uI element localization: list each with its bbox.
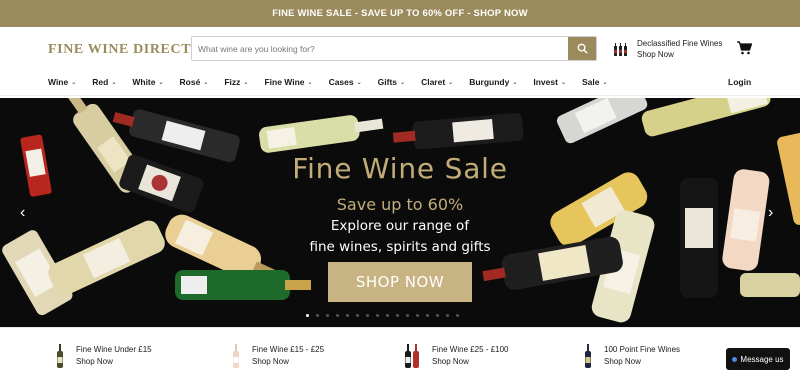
category-title: 100 Point Fine Wines bbox=[604, 345, 681, 354]
category-shop-now[interactable]: Shop Now bbox=[252, 356, 324, 368]
category-title: Fine Wine Under £15 bbox=[76, 345, 152, 354]
nav-item-fizz[interactable]: Fizz ⌄ bbox=[224, 77, 248, 87]
nav-label: Cases bbox=[328, 77, 354, 87]
category-strip: Fine Wine Under £15 Shop Now Fine Wine £1… bbox=[0, 327, 800, 377]
nav-item-claret[interactable]: Claret ⌄ bbox=[421, 77, 453, 87]
chevron-down-icon: ⌄ bbox=[203, 79, 209, 86]
carousel-dot[interactable] bbox=[356, 314, 359, 317]
wine-bottle-icon bbox=[57, 344, 63, 368]
search-bar bbox=[191, 36, 597, 61]
nav-label: White bbox=[132, 77, 156, 87]
site-logo[interactable]: FINE WINE DIRECT bbox=[48, 42, 191, 58]
carousel-dot[interactable] bbox=[376, 314, 379, 317]
nav-label: Rosé bbox=[179, 77, 201, 87]
carousel-dot[interactable] bbox=[416, 314, 419, 317]
category-title: Fine Wine £25 - £100 bbox=[432, 345, 509, 354]
wine-bottle-icon bbox=[233, 344, 239, 368]
category-shop-now[interactable]: Shop Now bbox=[76, 356, 152, 368]
nav-label: Claret bbox=[421, 77, 446, 87]
carousel-dot[interactable] bbox=[426, 314, 429, 317]
search-input[interactable] bbox=[192, 37, 568, 60]
carousel-dot[interactable] bbox=[396, 314, 399, 317]
chevron-down-icon: ⌄ bbox=[307, 79, 313, 86]
carousel-dot[interactable] bbox=[336, 314, 339, 317]
chevron-down-icon: ⌄ bbox=[560, 79, 566, 86]
nav-item-wine[interactable]: Wine ⌄ bbox=[48, 77, 76, 87]
nav-label: Fizz bbox=[224, 77, 241, 87]
chevron-down-icon: ⌄ bbox=[243, 79, 249, 86]
nav-item-rose[interactable]: Rosé ⌄ bbox=[180, 77, 209, 87]
category-25-100[interactable]: Fine Wine £25 - £100 Shop Now bbox=[404, 344, 509, 368]
category-shop-now[interactable]: Shop Now bbox=[432, 356, 509, 368]
nav-label: Red bbox=[92, 77, 109, 87]
hero-text-block: Fine Wine Sale Save up to 60% Explore ou… bbox=[250, 152, 550, 256]
search-button[interactable] bbox=[568, 37, 596, 60]
nav-item-burgundy[interactable]: Burgundy ⌄ bbox=[469, 77, 517, 87]
declassified-link[interactable]: Declassified Fine Wines Shop Now bbox=[613, 38, 722, 60]
wine-bottles-icon bbox=[405, 344, 419, 368]
message-us-label: Message us bbox=[740, 354, 784, 364]
chevron-down-icon: ⌄ bbox=[602, 79, 608, 86]
cart-button[interactable] bbox=[737, 41, 753, 60]
nav-label: Gifts bbox=[377, 77, 398, 87]
search-icon bbox=[577, 43, 588, 54]
declassified-shop-now[interactable]: Shop Now bbox=[637, 49, 722, 60]
promo-banner[interactable]: FINE WINE SALE - SAVE UP TO 60% OFF - SH… bbox=[0, 0, 800, 27]
nav-list: Wine ⌄ Red ⌄ White ⌄ Rosé ⌄ Fizz ⌄ Fine Wine ⌄… bbox=[48, 77, 624, 87]
shop-now-button[interactable]: SHOP NOW bbox=[328, 262, 472, 302]
category-title: Fine Wine £15 - £25 bbox=[252, 345, 325, 354]
nav-item-fine-wine[interactable]: Fine Wine ⌄ bbox=[264, 77, 312, 87]
nav-item-sale[interactable]: Sale ⌄ bbox=[582, 77, 608, 87]
chevron-down-icon: ⌄ bbox=[356, 79, 362, 86]
carousel-dot[interactable] bbox=[446, 314, 449, 317]
nav-label: Sale bbox=[581, 77, 600, 87]
chevron-down-icon: ⌄ bbox=[111, 79, 117, 86]
hero-line-2: fine wines, spirits and gifts bbox=[309, 239, 491, 255]
category-shop-now[interactable]: Shop Now bbox=[604, 356, 680, 368]
carousel-dot[interactable] bbox=[386, 314, 389, 317]
chevron-left-icon[interactable]: ‹ bbox=[20, 204, 25, 222]
nav-item-red[interactable]: Red ⌄ bbox=[92, 77, 116, 87]
nav-label: Wine bbox=[48, 77, 69, 87]
site-header: FINE WINE DIRECT Declassified Fine Wines… bbox=[0, 27, 800, 72]
shopping-cart-icon bbox=[737, 41, 753, 55]
hero-banner[interactable]: Fine Wine Sale Save up to 60% Explore ou… bbox=[0, 98, 800, 327]
carousel-dot[interactable] bbox=[346, 314, 349, 317]
declassified-title: Declassified Fine Wines bbox=[637, 39, 723, 48]
category-under-15[interactable]: Fine Wine Under £15 Shop Now bbox=[56, 344, 152, 368]
carousel-dot[interactable] bbox=[316, 314, 319, 317]
nav-item-cases[interactable]: Cases ⌄ bbox=[329, 77, 362, 87]
carousel-dots bbox=[306, 314, 459, 317]
chevron-down-icon: ⌄ bbox=[448, 79, 454, 86]
chat-status-icon bbox=[732, 356, 738, 362]
carousel-dot[interactable] bbox=[326, 314, 329, 317]
hero-title: Fine Wine Sale bbox=[292, 152, 508, 185]
chevron-down-icon: ⌄ bbox=[158, 79, 164, 86]
wine-bottle-icon bbox=[585, 344, 591, 368]
chevron-right-icon[interactable]: › bbox=[768, 204, 773, 222]
promo-text[interactable]: FINE WINE SALE - SAVE UP TO 60% OFF - SH… bbox=[272, 8, 528, 19]
nav-label: Invest bbox=[533, 77, 558, 87]
category-15-25[interactable]: Fine Wine £15 - £25 Shop Now bbox=[232, 344, 324, 368]
carousel-dot[interactable] bbox=[436, 314, 439, 317]
nav-item-white[interactable]: White ⌄ bbox=[132, 77, 163, 87]
chevron-down-icon: ⌄ bbox=[71, 79, 77, 86]
hero-line-1: Explore our range of bbox=[330, 218, 470, 234]
nav-label: Burgundy bbox=[469, 77, 510, 87]
chevron-down-icon: ⌄ bbox=[512, 79, 518, 86]
chevron-down-icon: ⌄ bbox=[400, 79, 406, 86]
nav-item-invest[interactable]: Invest ⌄ bbox=[533, 77, 566, 87]
wine-bottles-icon bbox=[614, 43, 627, 56]
main-nav: Wine ⌄ Red ⌄ White ⌄ Rosé ⌄ Fizz ⌄ Fine Wine ⌄… bbox=[0, 72, 800, 96]
login-link[interactable]: Login bbox=[728, 77, 751, 87]
message-us-button[interactable]: Message us bbox=[726, 348, 790, 370]
carousel-dot[interactable] bbox=[306, 314, 309, 317]
hero-subtitle: Save up to 60% bbox=[336, 195, 464, 214]
nav-label: Fine Wine bbox=[264, 77, 305, 87]
category-100-point[interactable]: 100 Point Fine Wines Shop Now bbox=[584, 344, 680, 368]
carousel-dot[interactable] bbox=[406, 314, 409, 317]
carousel-dot[interactable] bbox=[456, 314, 459, 317]
carousel-dot[interactable] bbox=[366, 314, 369, 317]
nav-item-gifts[interactable]: Gifts ⌄ bbox=[378, 77, 405, 87]
